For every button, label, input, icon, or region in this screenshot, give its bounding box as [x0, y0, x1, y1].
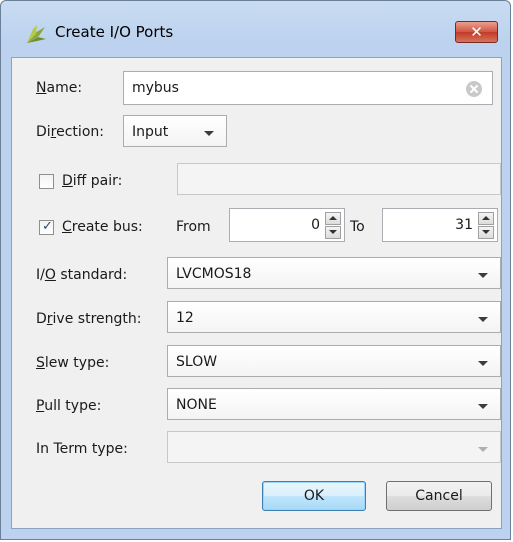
pull-type-label: Pull type:: [36, 398, 102, 414]
to-label: To: [350, 219, 365, 235]
name-label: Name:: [36, 80, 83, 96]
to-spinner[interactable]: 31: [382, 208, 498, 242]
drive-strength-dropdown[interactable]: 12: [167, 301, 501, 333]
chevron-down-icon: [478, 447, 488, 452]
chevron-down-icon: [478, 317, 488, 322]
clear-icon[interactable]: [466, 81, 482, 97]
create-bus-label[interactable]: Create bus:: [62, 219, 143, 235]
direction-dropdown[interactable]: Input: [123, 115, 227, 147]
window-title: Create I/O Ports: [55, 23, 174, 41]
cancel-button[interactable]: Cancel: [386, 481, 492, 511]
in-term-type-label: In Term type:: [36, 441, 128, 457]
chevron-down-icon: [478, 404, 488, 409]
ok-button[interactable]: OK: [262, 481, 366, 511]
to-value: 31: [455, 217, 473, 233]
io-standard-label: I/O standard:: [36, 267, 128, 283]
from-spinner-buttons: [325, 212, 341, 240]
spin-up-icon[interactable]: [478, 212, 494, 225]
drive-strength-value: 12: [176, 310, 194, 326]
create-io-ports-dialog: Create I/O Ports ✕ Name: mybus Direction…: [0, 0, 511, 540]
direction-value: Input: [132, 124, 169, 140]
io-standard-value: LVCMOS18: [176, 266, 252, 282]
close-icon: ✕: [470, 23, 483, 41]
drive-strength-label: Drive strength:: [36, 311, 142, 327]
pull-type-dropdown[interactable]: NONE: [167, 388, 501, 420]
spin-up-icon[interactable]: [325, 212, 341, 225]
dialog-body: Name: mybus Direction: Input Diff pair: …: [11, 57, 502, 529]
name-value: mybus: [132, 80, 179, 96]
slew-type-label: Slew type:: [36, 355, 110, 371]
chevron-down-icon: [478, 273, 488, 278]
from-spinner[interactable]: 0: [229, 208, 345, 242]
checkmark-icon: ✓: [42, 219, 53, 234]
from-value: 0: [311, 217, 320, 233]
close-button[interactable]: ✕: [455, 21, 498, 43]
slew-type-value: SLOW: [176, 354, 218, 370]
to-spinner-buttons: [478, 212, 494, 240]
chevron-down-icon: [478, 361, 488, 366]
direction-label: Direction:: [36, 124, 104, 140]
diff-pair-checkbox[interactable]: [39, 174, 54, 189]
titlebar[interactable]: Create I/O Ports ✕: [1, 1, 510, 57]
name-field[interactable]: mybus: [123, 71, 493, 105]
spin-down-icon[interactable]: [478, 226, 494, 239]
diff-pair-label[interactable]: Diff pair:: [62, 173, 122, 189]
from-label: From: [176, 219, 211, 235]
pull-type-value: NONE: [176, 397, 217, 413]
spin-down-icon[interactable]: [325, 226, 341, 239]
chevron-down-icon: [204, 131, 214, 136]
slew-type-dropdown[interactable]: SLOW: [167, 345, 501, 377]
in-term-type-dropdown: [167, 431, 501, 463]
create-bus-checkbox[interactable]: ✓: [39, 219, 54, 235]
vivado-leaf-icon: [27, 25, 46, 43]
io-standard-dropdown[interactable]: LVCMOS18: [167, 257, 501, 289]
diff-pair-field: [177, 163, 501, 195]
